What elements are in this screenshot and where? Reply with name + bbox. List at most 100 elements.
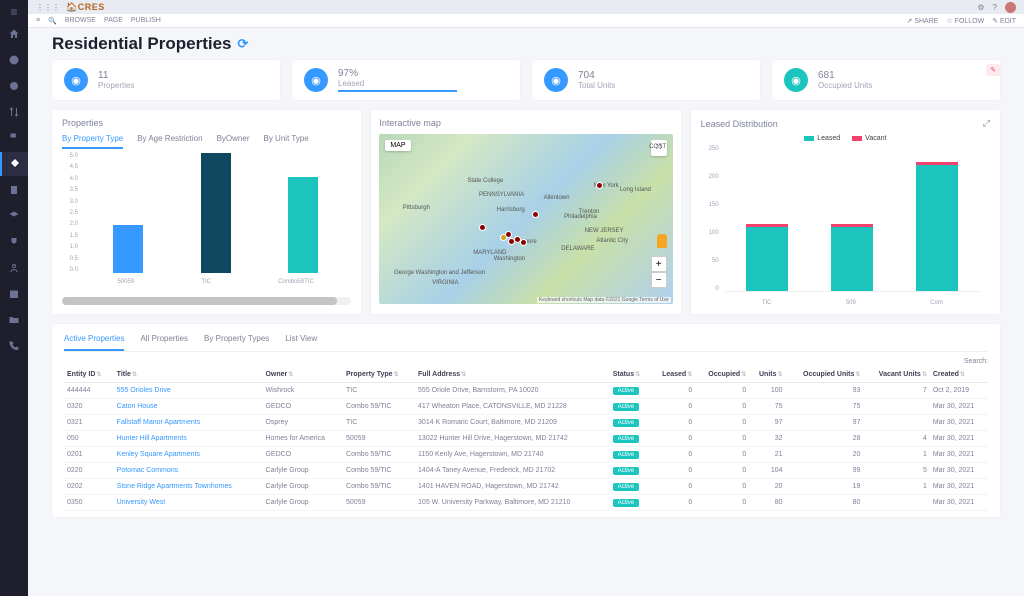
map-type-button[interactable]: MAP <box>385 140 410 151</box>
table-row[interactable]: 0320 Caton House GEDCO Combo 59/TIC 417 … <box>64 399 988 415</box>
map-pin[interactable] <box>479 224 486 231</box>
column-header[interactable]: Entity ID⇅ <box>64 367 114 383</box>
nav-phone[interactable] <box>0 334 28 358</box>
zoom-out-button[interactable]: − <box>651 272 667 288</box>
apps-icon[interactable]: ⋮⋮⋮ <box>36 3 60 12</box>
cell-created: Mar 30, 2021 <box>930 495 988 511</box>
nav-trophy[interactable] <box>0 230 28 254</box>
kpi-value: 11 <box>98 70 268 81</box>
cell-address: 13022 Hunter Hill Drive, Hagerstown, MD … <box>415 431 610 447</box>
nav-person[interactable] <box>0 256 28 280</box>
chart-tab[interactable]: ByOwner <box>217 134 250 149</box>
expand-icon[interactable]: ⤢ <box>983 118 990 129</box>
kpi-card: ◉ 11 Properties <box>52 60 280 100</box>
column-header[interactable]: Leased⇅ <box>651 367 695 383</box>
cell-status: Active <box>610 495 651 511</box>
bar[interactable] <box>113 225 143 273</box>
cell-title[interactable]: Stone Ridge Apartments Townhomes <box>114 479 263 495</box>
column-header[interactable]: Property Type⇅ <box>343 367 415 383</box>
nav-compare[interactable] <box>0 100 28 124</box>
search-icon[interactable]: 🔍 <box>48 17 57 25</box>
edit-button[interactable]: ✎ EDIT <box>992 17 1016 25</box>
chart-tab[interactable]: By Property Type <box>62 134 123 149</box>
table-row[interactable]: 0220 Potomac Commons Carlyle Group Combo… <box>64 463 988 479</box>
bar[interactable] <box>201 153 231 273</box>
column-header[interactable]: Status⇅ <box>610 367 651 383</box>
cell-status: Active <box>610 447 651 463</box>
share-button[interactable]: ↗ SHARE <box>907 17 939 25</box>
cell-owner: Osprey <box>262 415 343 431</box>
page-edit-badge[interactable]: ✎ <box>986 64 1000 76</box>
cell-status: Active <box>610 431 651 447</box>
map-label: Trenton <box>579 209 599 215</box>
table-tab[interactable]: By Property Types <box>204 334 269 351</box>
column-header[interactable]: Title⇅ <box>114 367 263 383</box>
table-row[interactable]: 0350 University West Carlyle Group 50059… <box>64 495 988 511</box>
cell-title[interactable]: Caton House <box>114 399 263 415</box>
table-row[interactable]: 050 Hunter Hill Apartments Homes for Ame… <box>64 431 988 447</box>
nav-calendar[interactable] <box>0 282 28 306</box>
stacked-bar[interactable] <box>746 224 788 291</box>
refresh-icon[interactable]: ⟳ <box>238 36 249 52</box>
map-label: Pittsburgh <box>403 205 430 211</box>
nav-properties[interactable] <box>0 152 28 176</box>
table-tab[interactable]: List View <box>285 334 317 351</box>
map-label: DELAWARE <box>561 246 594 252</box>
cell-title[interactable]: Potomac Commons <box>114 463 263 479</box>
cell-id: 0350 <box>64 495 114 511</box>
nav-layers[interactable] <box>0 204 28 228</box>
nav-home[interactable] <box>0 22 28 46</box>
zoom-in-button[interactable]: + <box>651 256 667 272</box>
hamburger-icon[interactable]: ≡ <box>36 17 40 24</box>
table-row[interactable]: 0201 Kenley Square Apartments GEDCO Comb… <box>64 447 988 463</box>
sidebar-toggle[interactable]: ≡ <box>6 4 22 20</box>
table-tab[interactable]: All Properties <box>140 334 188 351</box>
cell-title[interactable]: Fallstaff Manor Apartments <box>114 415 263 431</box>
cell-status: Active <box>610 415 651 431</box>
map-pin[interactable] <box>532 211 539 218</box>
subbar-publish[interactable]: PUBLISH <box>131 17 161 24</box>
nav-flag[interactable] <box>0 126 28 150</box>
stacked-bar[interactable] <box>831 224 873 291</box>
stacked-bar[interactable] <box>916 162 958 291</box>
table-row[interactable]: 0202 Stone Ridge Apartments Townhomes Ca… <box>64 479 988 495</box>
map-pin[interactable] <box>596 182 603 189</box>
follow-button[interactable]: ☆ FOLLOW <box>946 17 984 25</box>
table-tab[interactable]: Active Properties <box>64 334 124 351</box>
cell-title[interactable]: Kenley Square Apartments <box>114 447 263 463</box>
kpi-label: Leased <box>338 79 508 88</box>
cell-vacant: 1 <box>863 447 929 463</box>
pegman-icon[interactable] <box>657 234 667 248</box>
nav-building[interactable] <box>0 178 28 202</box>
chart-scrollbar[interactable] <box>62 297 351 305</box>
column-header[interactable]: Vacant Units⇅ <box>863 367 929 383</box>
column-header[interactable]: Owner⇅ <box>262 367 343 383</box>
nav-folder[interactable] <box>0 308 28 332</box>
avatar[interactable] <box>1005 2 1016 13</box>
chart-tab[interactable]: By Age Restriction <box>137 134 202 149</box>
cell-title[interactable]: Hunter Hill Apartments <box>114 431 263 447</box>
interactive-map[interactable]: MAP ⛶ + − Keyboard shortcuts Map data ©2… <box>379 134 672 304</box>
subbar-browse[interactable]: BROWSE <box>65 17 96 24</box>
cell-vacant <box>863 495 929 511</box>
help-icon[interactable]: ? <box>993 3 997 12</box>
subbar-page[interactable]: PAGE <box>104 17 123 24</box>
table-row[interactable]: 0321 Fallstaff Manor Apartments Osprey T… <box>64 415 988 431</box>
nav-globe[interactable] <box>0 74 28 98</box>
nav-info[interactable] <box>0 48 28 72</box>
cell-title[interactable]: 555 Orioles Drive <box>114 383 263 399</box>
legend-item: Leased <box>804 135 840 142</box>
bar[interactable] <box>288 177 318 273</box>
cell-created: Mar 30, 2021 <box>930 431 988 447</box>
column-header[interactable]: Created⇅ <box>930 367 988 383</box>
column-header[interactable]: Occupied⇅ <box>695 367 749 383</box>
cell-title[interactable]: University West <box>114 495 263 511</box>
map-pin[interactable] <box>505 231 512 238</box>
column-header[interactable]: Full Address⇅ <box>415 367 610 383</box>
table-row[interactable]: 444444 555 Orioles Drive Wishrock TIC 55… <box>64 383 988 399</box>
sort-icon: ⇅ <box>687 372 692 378</box>
settings-icon[interactable]: ⚙ <box>977 3 984 12</box>
chart-tab[interactable]: By Unit Type <box>264 134 309 149</box>
column-header[interactable]: Units⇅ <box>749 367 785 383</box>
column-header[interactable]: Occupied Units⇅ <box>786 367 864 383</box>
